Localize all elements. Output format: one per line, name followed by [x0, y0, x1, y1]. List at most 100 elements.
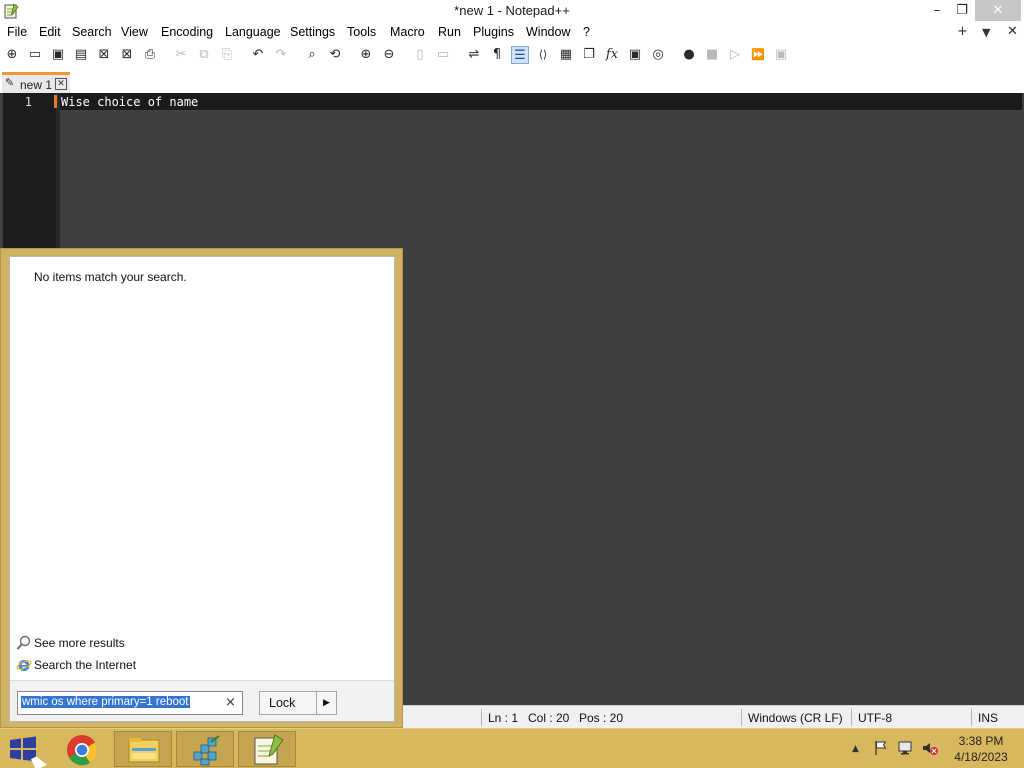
close-file-icon[interactable]: ⊠ — [95, 46, 113, 64]
new-file-icon[interactable]: ⊕ — [3, 46, 21, 64]
code-line[interactable]: Wise choice of name — [61, 95, 198, 109]
minimize-button[interactable]: – — [925, 0, 949, 21]
save-macro-icon[interactable]: ▣ — [772, 46, 790, 64]
find-icon[interactable]: ⌕ — [303, 46, 321, 64]
taskbar-file-explorer[interactable] — [114, 731, 172, 767]
status-column: Col : 20 — [528, 711, 570, 725]
network-status-icon[interactable] — [897, 740, 915, 756]
close-button[interactable]: ✕ — [975, 0, 1021, 21]
modified-pencil-icon: ✎ — [5, 76, 15, 89]
taskbar-notepadpp[interactable] — [238, 731, 296, 767]
menu-window[interactable]: Window — [526, 25, 570, 39]
word-wrap-icon[interactable]: ⇌ — [465, 46, 483, 64]
status-separator — [741, 709, 742, 726]
menu-run[interactable]: Run — [438, 25, 461, 39]
status-insert-mode[interactable]: INS — [978, 711, 998, 725]
menu-language[interactable]: Language — [225, 25, 281, 39]
close-document-icon[interactable]: ✕ — [1007, 24, 1018, 39]
menu-macro[interactable]: Macro — [390, 25, 425, 39]
toolbar: ⊕ ▭ ▣ ▤ ⊠ ⊠ ⎙ ✂ ⧉ ⎘ ↶ ↷ ⌕ ⟲ ⊕ ⊖ ▯ ▭ ⇌ ¶ … — [0, 43, 1024, 67]
tab-list-dropdown-icon[interactable]: ▼ — [982, 26, 990, 39]
system-clock[interactable]: 3:38 PM 4/18/2023 — [950, 733, 1012, 765]
change-marker — [54, 95, 57, 108]
file-explorer-icon — [128, 738, 160, 763]
tab-bar: ✎ new 1 ✕ — [0, 67, 1024, 93]
menu-help[interactable]: ? — [583, 25, 590, 39]
undo-icon[interactable]: ↶ — [249, 46, 267, 64]
play-macro-icon[interactable]: ▷ — [726, 46, 744, 64]
clear-search-icon[interactable]: × — [225, 695, 236, 710]
monitoring-icon[interactable]: ◎ — [649, 46, 667, 64]
volume-muted-icon[interactable] — [921, 740, 939, 756]
folder-workspace-icon[interactable]: ▣ — [626, 46, 644, 64]
menu-view[interactable]: View — [121, 25, 148, 39]
clock-date: 4/18/2023 — [954, 750, 1008, 764]
clock-time: 3:38 PM — [958, 734, 1004, 748]
tab-close-icon[interactable]: ✕ — [55, 78, 67, 90]
menu-tools[interactable]: Tools — [347, 25, 376, 39]
copy-icon[interactable]: ⧉ — [195, 46, 213, 64]
see-more-results-label: See more results — [34, 636, 125, 650]
search-query-text: wmic os where primary=1 reboot — [21, 696, 190, 708]
status-line: Ln : 1 — [488, 711, 519, 725]
cut-icon[interactable]: ✂ — [172, 46, 190, 64]
search-internet-link[interactable]: Search the Internet — [16, 657, 216, 675]
status-separator — [481, 709, 482, 726]
new-tab-icon[interactable]: + — [957, 24, 968, 39]
line-number: 1 — [24, 95, 32, 109]
search-footer: wmic os where primary=1 reboot × Lock ▶ — [10, 680, 394, 721]
show-hidden-icons-icon[interactable]: ▲ — [852, 744, 859, 754]
taskbar-network-app[interactable] — [176, 731, 234, 767]
menu-file[interactable]: File — [7, 25, 27, 39]
current-line-highlight — [60, 93, 1022, 110]
menu-search[interactable]: Search — [72, 25, 112, 39]
taskbar: ▲ 3:38 PM 4/18/2023 — [0, 728, 1024, 768]
menu-settings[interactable]: Settings — [290, 25, 335, 39]
close-all-icon[interactable]: ⊠ — [118, 46, 136, 64]
notepadpp-icon — [254, 734, 284, 765]
search-results-pane: No items match your search. See more res… — [9, 256, 395, 722]
sync-horizontal-icon[interactable]: ▭ — [434, 46, 452, 64]
replace-icon[interactable]: ⟲ — [326, 46, 344, 64]
save-all-icon[interactable]: ▤ — [72, 46, 90, 64]
taskbar-chrome[interactable] — [52, 731, 110, 767]
document-map-icon[interactable]: ▦ — [557, 46, 575, 64]
zoom-out-icon[interactable]: ⊖ — [380, 46, 398, 64]
chrome-icon — [67, 735, 98, 766]
menu-edit[interactable]: Edit — [39, 25, 61, 39]
shutdown-options-arrow-icon[interactable]: ▶ — [316, 692, 336, 714]
maximize-button[interactable]: ❐ — [950, 0, 974, 21]
show-all-chars-icon[interactable]: ¶ — [488, 46, 506, 64]
start-search-panel: No items match your search. See more res… — [0, 248, 403, 728]
menu-bar: File Edit Search View Encoding Language … — [0, 23, 1024, 43]
status-encoding[interactable]: UTF-8 — [858, 711, 892, 725]
status-eol[interactable]: Windows (CR LF) — [748, 711, 843, 725]
print-icon[interactable]: ⎙ — [141, 46, 159, 64]
zoom-in-icon[interactable]: ⊕ — [357, 46, 375, 64]
title-bar: *new 1 - Notepad++ – ❐ ✕ — [0, 0, 1024, 23]
menu-encoding[interactable]: Encoding — [161, 25, 213, 39]
menu-plugins[interactable]: Plugins — [473, 25, 514, 39]
see-more-results-link[interactable]: See more results — [16, 635, 216, 653]
record-macro-icon[interactable]: ● — [680, 46, 698, 64]
window-title: *new 1 - Notepad++ — [454, 3, 570, 18]
lock-button-label: Lock — [269, 696, 296, 710]
search-input[interactable]: wmic os where primary=1 reboot × — [17, 691, 243, 715]
function-list-icon[interactable]: fx — [603, 46, 621, 64]
paste-icon[interactable]: ⎘ — [218, 46, 236, 64]
tab-new-1[interactable]: ✎ new 1 ✕ — [2, 72, 70, 93]
run-macro-multiple-icon[interactable]: ⏩ — [749, 46, 767, 64]
search-internet-label: Search the Internet — [34, 658, 137, 672]
save-icon[interactable]: ▣ — [49, 46, 67, 64]
xml-tag-icon[interactable]: ⟨⟩ — [534, 46, 552, 64]
action-center-flag-icon[interactable] — [873, 740, 889, 756]
sync-vertical-icon[interactable]: ▯ — [411, 46, 429, 64]
document-list-icon[interactable]: ❐ — [580, 46, 598, 64]
lock-button[interactable]: Lock ▶ — [259, 691, 337, 715]
stop-macro-icon[interactable]: ■ — [703, 46, 721, 64]
open-file-icon[interactable]: ▭ — [26, 46, 44, 64]
tab-label: new 1 — [20, 78, 53, 92]
network-app-icon — [193, 735, 220, 766]
redo-icon[interactable]: ↷ — [272, 46, 290, 64]
indent-guide-icon[interactable]: ☰ — [511, 46, 529, 64]
